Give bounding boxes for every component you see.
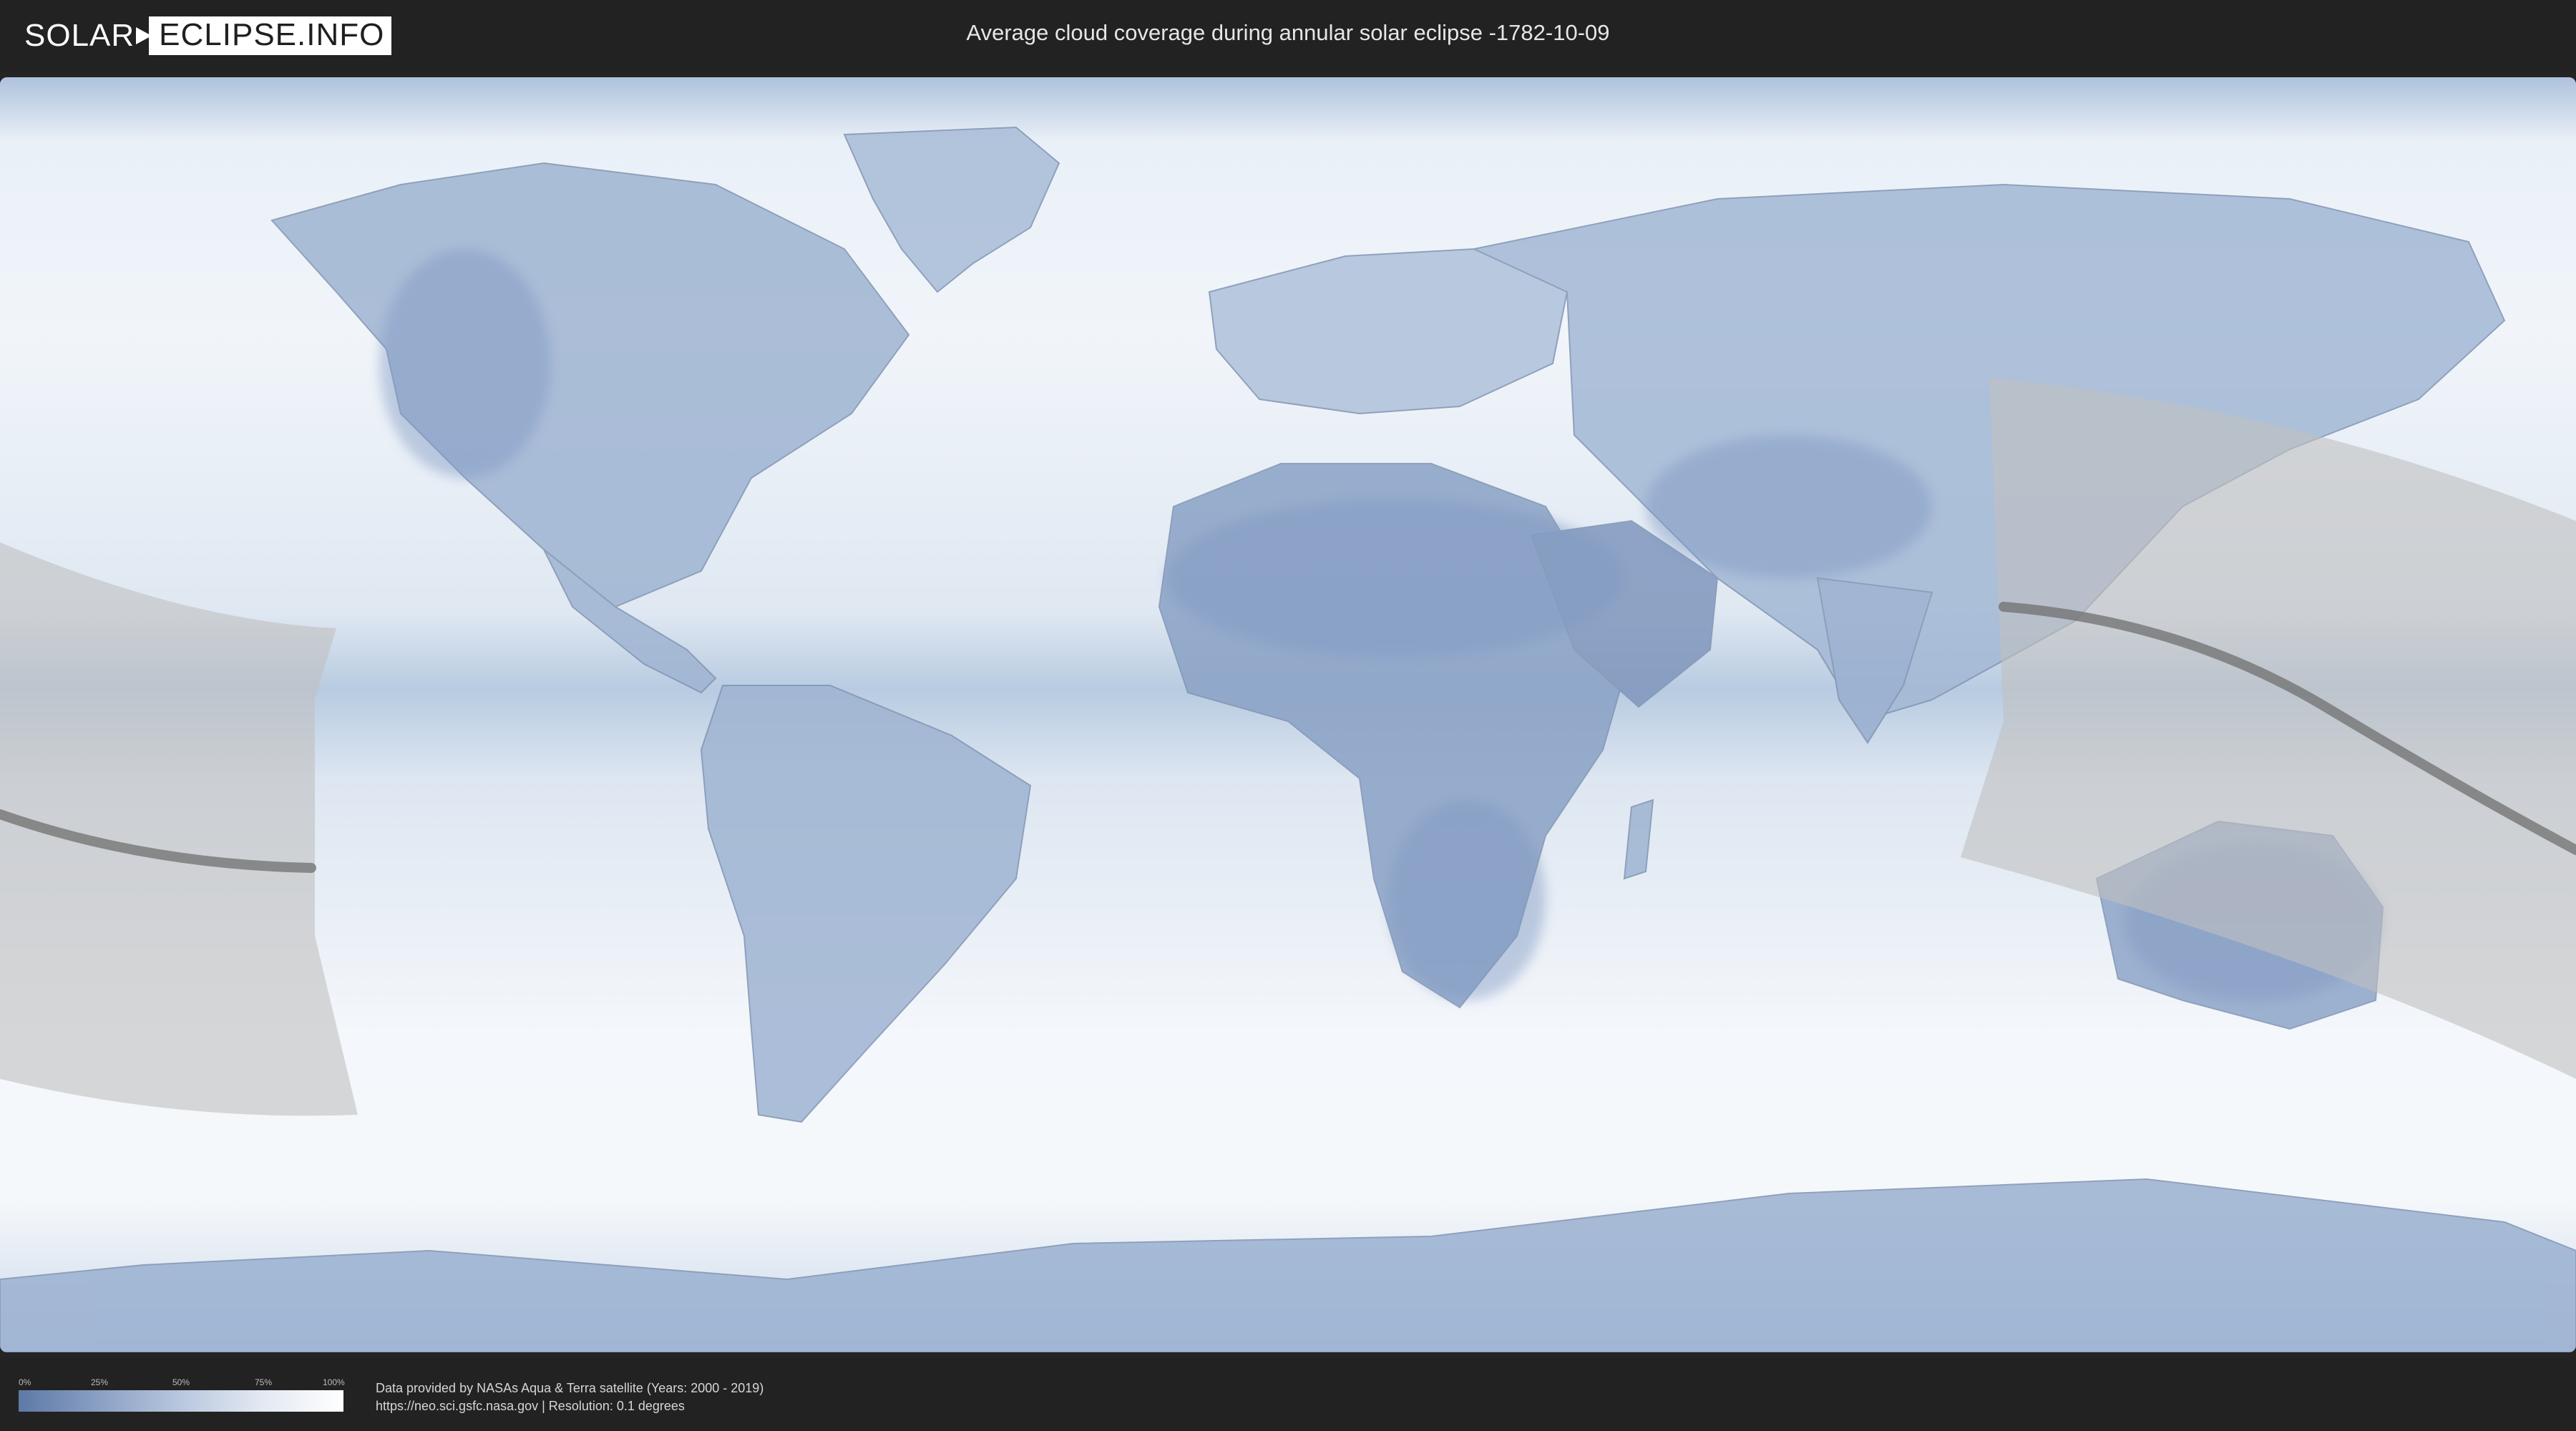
data-source-text: Data provided by NASAs Aqua & Terra sate… [376, 1381, 764, 1395]
legend-ticks: 0% 25% 50% 75% 100% [19, 1377, 345, 1389]
top-bar: SOLAR ECLIPSE.INFO Average cloud coverag… [0, 0, 2576, 72]
cloud-coverage-map[interactable] [0, 77, 2576, 1352]
legend-tick-50: 50% [172, 1377, 190, 1387]
legend-tick-100: 100% [323, 1377, 345, 1387]
legend-tick-75: 75% [255, 1377, 273, 1387]
page-title: Average cloud coverage during annular so… [966, 20, 1610, 45]
data-credits: Data provided by NASAs Aqua & Terra sate… [376, 1379, 763, 1415]
legend-color-scale [19, 1390, 343, 1412]
world-map-svg [0, 77, 2576, 1352]
legend-tick-0: 0% [19, 1377, 31, 1387]
cloud-coverage-legend: 0% 25% 50% 75% 100% [19, 1377, 345, 1412]
data-url-text[interactable]: https://neo.sci.gsfc.nasa.gov | Resoluti… [376, 1397, 763, 1415]
legend-tick-25: 25% [91, 1377, 109, 1387]
